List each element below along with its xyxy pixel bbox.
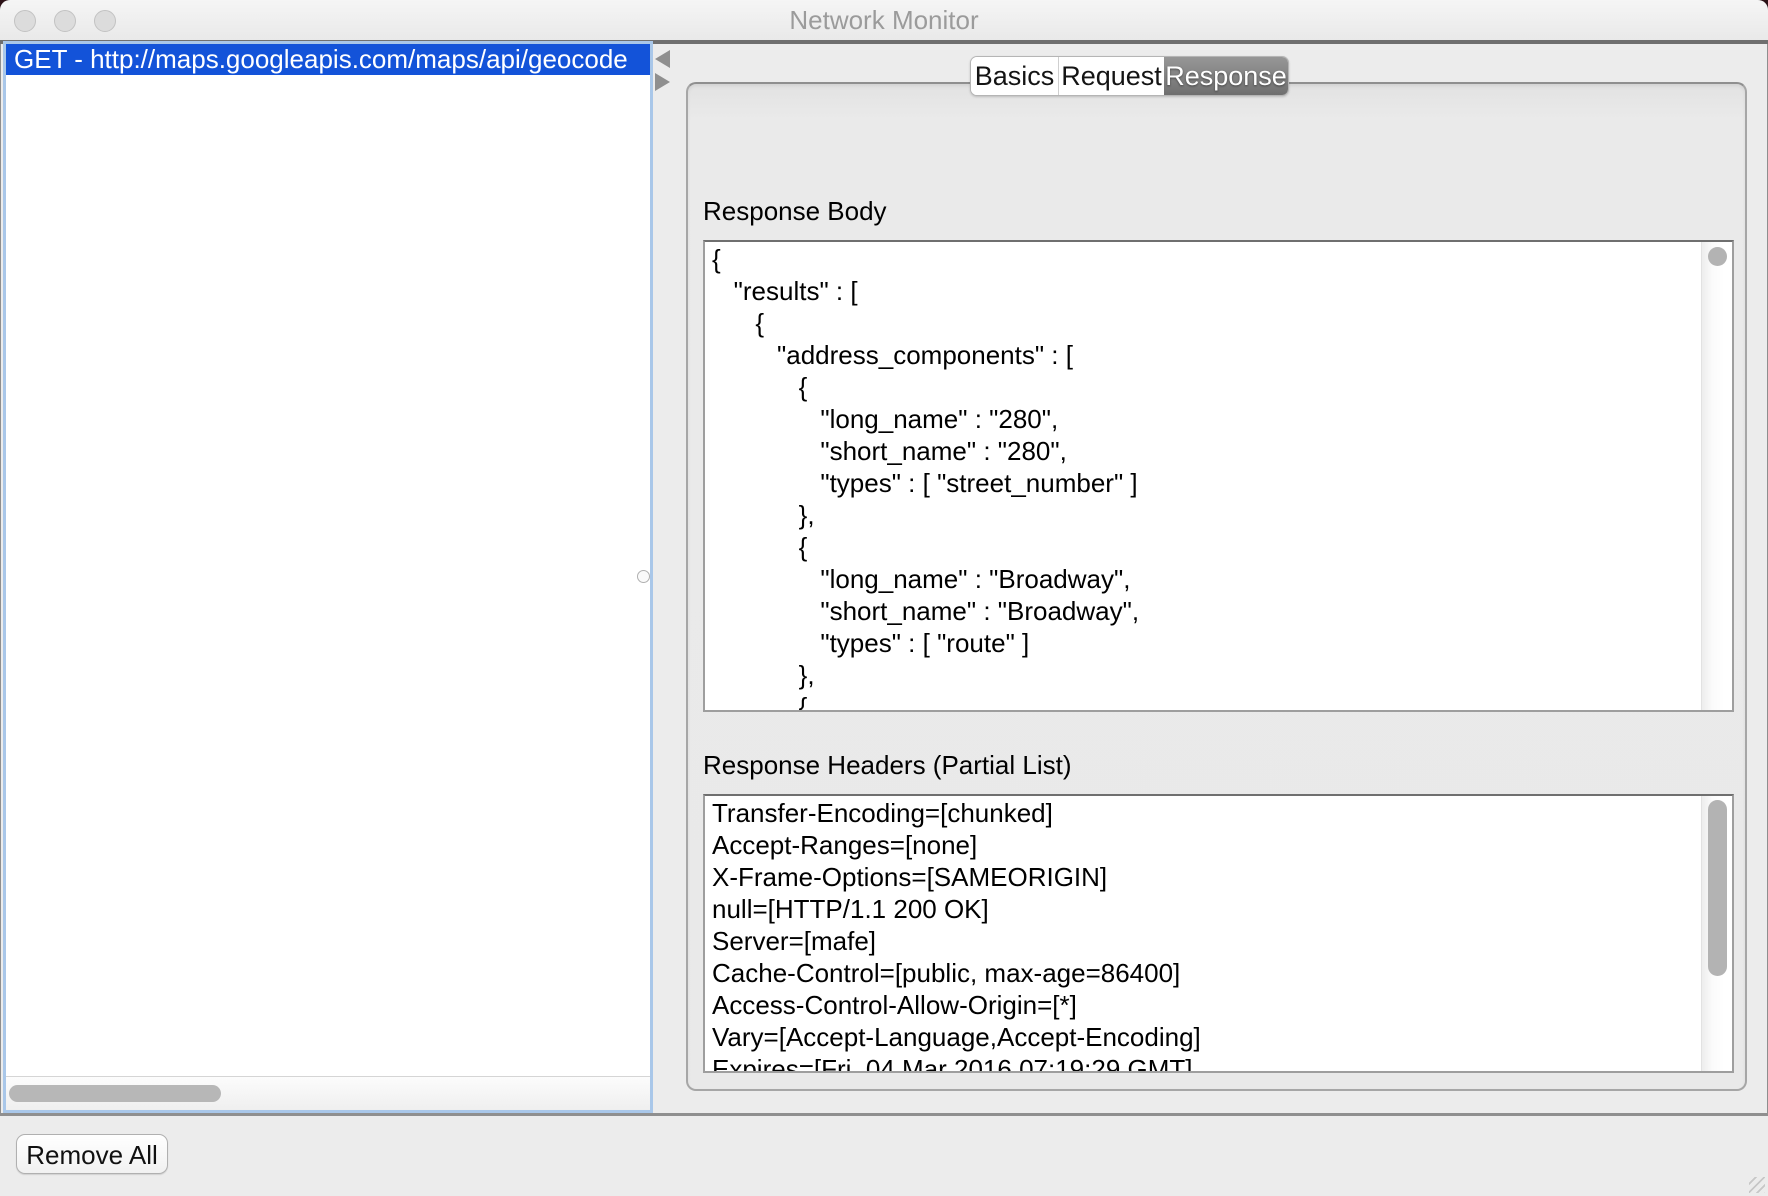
network-monitor-window: Network Monitor GET - http://maps.google… [0,0,1768,1196]
collapse-right-icon[interactable] [655,73,670,91]
window-resize-grip-icon[interactable] [1749,1177,1765,1193]
bottom-toolbar: Remove All [0,1116,1768,1196]
tab-basics[interactable]: Basics [971,57,1059,95]
tab-bar: Basics Request Response [970,56,1289,96]
tab-response[interactable]: Response [1164,57,1288,95]
tab-request[interactable]: Request [1059,57,1164,95]
horizontal-scrollbar-thumb[interactable] [9,1085,221,1102]
response-body-label: Response Body [703,196,887,227]
horizontal-scrollbar[interactable] [6,1076,650,1110]
response-headers-textarea[interactable]: Transfer-Encoding=[chunked] Accept-Range… [703,794,1734,1073]
response-headers-scrollbar[interactable] [1701,796,1732,1071]
response-body-scrollbar[interactable] [1701,242,1732,710]
response-body-textarea[interactable]: { "results" : [ { "address_components" :… [703,240,1734,712]
response-headers-scrollbar-thumb[interactable] [1708,800,1727,976]
split-divider-grip-icon[interactable] [637,570,650,583]
response-body-scrollbar-thumb[interactable] [1708,247,1727,266]
response-headers-text[interactable]: Transfer-Encoding=[chunked] Accept-Range… [705,796,1702,1071]
remove-all-button[interactable]: Remove All [16,1134,168,1174]
response-body-text[interactable]: { "results" : [ { "address_components" :… [705,242,1702,710]
title-bar: Network Monitor [0,0,1768,44]
request-list[interactable]: GET - http://maps.googleapis.com/maps/ap… [6,44,650,1110]
request-list-item-selected[interactable]: GET - http://maps.googleapis.com/maps/ap… [6,44,650,75]
window-title: Network Monitor [0,0,1768,40]
response-headers-label: Response Headers (Partial List) [703,750,1072,781]
split-divider[interactable] [653,44,686,1110]
collapse-left-icon[interactable] [655,50,670,68]
